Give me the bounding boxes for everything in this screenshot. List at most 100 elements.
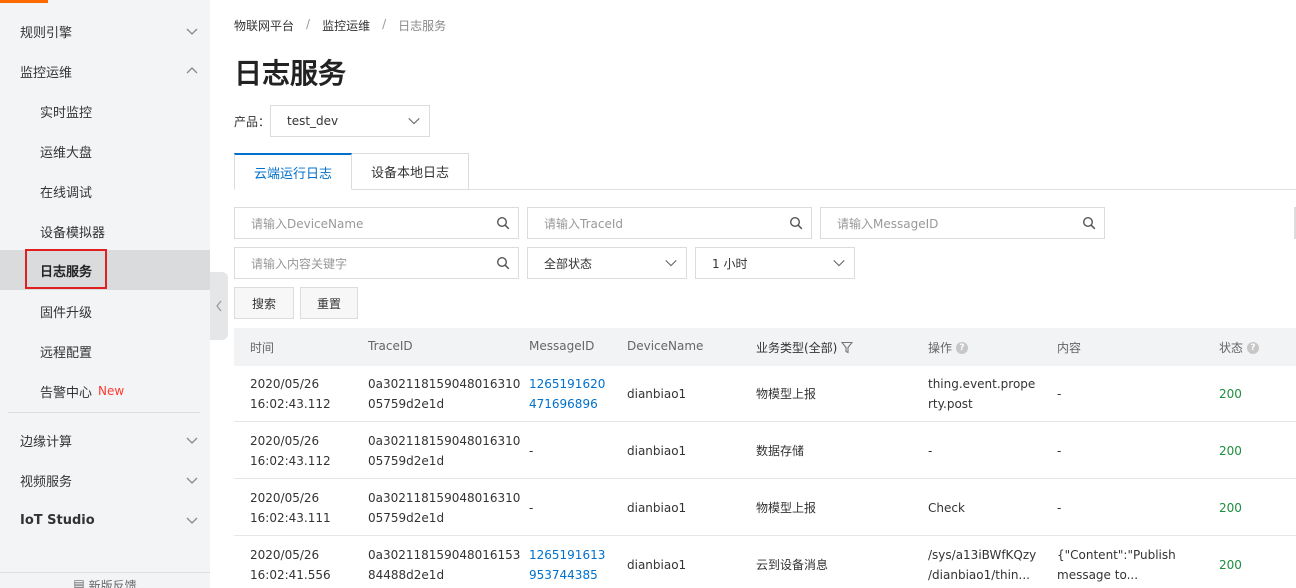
- search-icon[interactable]: [1082, 216, 1096, 230]
- column-header-trace-id: TraceID: [368, 339, 413, 353]
- breadcrumb-item-monitoring[interactable]: 监控运维: [322, 17, 370, 34]
- search-button-label: 搜索: [251, 296, 276, 311]
- sidebar-group-label: 规则引擎: [20, 25, 73, 41]
- sidebar-group-monitoring[interactable]: 监控运维: [0, 51, 210, 91]
- column-header-label: 内容: [1057, 341, 1082, 355]
- cell-message-id-link[interactable]: 1265191613 953744385: [529, 545, 605, 585]
- cell-operation: /sys/a13iBWfKQzy/dianbiao1/thin...: [928, 545, 1036, 585]
- breadcrumb-item-current: 日志服务: [398, 19, 447, 33]
- cell-time-date: 2020/05/26: [250, 548, 320, 562]
- cell-trace-line1: 0a302118159048016153: [368, 548, 521, 562]
- cell-status: 200: [1219, 444, 1242, 458]
- column-header-device-name: DeviceName: [627, 339, 703, 353]
- chevron-down-icon: [665, 259, 677, 267]
- cell-op-line2: /dianbiao1/thin...: [928, 568, 1030, 582]
- tab-device-local-logs[interactable]: 设备本地日志: [351, 153, 469, 190]
- cell-status: 200: [1219, 558, 1242, 572]
- cell-time-date: 2020/05/26: [250, 434, 320, 448]
- time-range-select[interactable]: 1 小时: [695, 247, 855, 279]
- cell-device-name: dianbiao1: [627, 444, 687, 458]
- sidebar-item-label: 固件升级: [40, 305, 93, 321]
- column-header-biz-type[interactable]: 业务类型(全部): [756, 339, 854, 356]
- cell-trace-id: 0a302118159048016153 84488d2e1d: [368, 545, 520, 585]
- cell-time: 2020/05/26 16:02:41.556: [250, 545, 331, 585]
- sidebar-group-edge-computing[interactable]: 边缘计算: [0, 420, 210, 460]
- chevron-up-icon: [186, 67, 198, 74]
- sidebar-item-remote-config[interactable]: 远程配置: [0, 331, 210, 371]
- column-header-operation: 操作 ?: [928, 339, 969, 356]
- chevron-left-icon: [216, 300, 222, 312]
- message-id-input[interactable]: 请输入MessageID: [820, 207, 1105, 239]
- search-button[interactable]: 搜索: [234, 287, 294, 319]
- sidebar-divider: [8, 412, 200, 413]
- sidebar-item-label: 远程配置: [40, 345, 93, 361]
- sidebar-collapse-handle[interactable]: [210, 272, 228, 340]
- column-header-label: 业务类型(全部): [756, 341, 838, 355]
- sidebar-item-alarm-center[interactable]: 告警中心 New: [0, 371, 210, 411]
- column-header-label: 状态: [1219, 341, 1244, 355]
- feedback-link[interactable]: ▤ 新版反馈: [0, 572, 210, 588]
- sidebar-item-realtime-monitor[interactable]: 实时监控: [0, 91, 210, 131]
- keyword-placeholder: 请输入内容关键字: [251, 256, 348, 271]
- feedback-label: 新版反馈: [88, 579, 137, 588]
- tab-label: 设备本地日志: [370, 166, 449, 181]
- cell-trace-id: 0a302118159048016310 05759d2e1d: [368, 488, 520, 528]
- breadcrumb: 物联网平台 / 监控运维 / 日志服务: [234, 17, 446, 34]
- search-icon[interactable]: [789, 216, 803, 230]
- sidebar-item-online-debug[interactable]: 在线调试: [0, 171, 210, 211]
- help-icon[interactable]: ?: [956, 341, 969, 354]
- column-header-label: DeviceName: [627, 339, 704, 353]
- cell-trace-line1: 0a302118159048016310: [368, 434, 521, 448]
- cell-biz-type: 物模型上报: [756, 501, 817, 515]
- table-row-divider: [234, 478, 1296, 479]
- help-icon[interactable]: ?: [1247, 341, 1260, 354]
- feedback-icon: ▤: [73, 577, 85, 588]
- cell-message-id: -: [529, 501, 534, 515]
- tab-cloud-logs[interactable]: 云端运行日志: [234, 153, 352, 190]
- sidebar-group-rules-engine[interactable]: 规则引擎: [0, 11, 210, 51]
- cell-trace-line2: 05759d2e1d: [368, 511, 445, 525]
- cell-trace-id: 0a302118159048016310 05759d2e1d: [368, 374, 520, 414]
- sidebar-group-iot-studio[interactable]: IoT Studio: [0, 500, 210, 540]
- sidebar-item-log-service[interactable]: 日志服务: [0, 250, 210, 290]
- sidebar-item-firmware-upgrade[interactable]: 固件升级: [0, 291, 210, 331]
- search-icon[interactable]: [496, 216, 510, 230]
- search-icon[interactable]: [496, 256, 510, 270]
- column-header-label: TraceID: [368, 339, 413, 353]
- sidebar-item-ops-dashboard[interactable]: 运维大盘: [0, 131, 210, 171]
- breadcrumb-item-iot-platform[interactable]: 物联网平台: [234, 17, 294, 34]
- sidebar-item-label: 告警中心: [40, 385, 93, 401]
- status-select[interactable]: 全部状态: [527, 247, 687, 279]
- product-select[interactable]: test_dev: [270, 105, 430, 137]
- cell-msg-line2: 953744385: [529, 568, 598, 582]
- device-name-placeholder: 请输入DeviceName: [251, 216, 364, 231]
- cell-trace-line2: 84488d2e1d: [368, 568, 445, 582]
- cell-status: 200: [1219, 387, 1242, 401]
- cell-content: {"Content":"Publish message to...: [1057, 545, 1176, 585]
- sidebar-group-video-service[interactable]: 视频服务: [0, 460, 210, 500]
- cell-op-line1: /sys/a13iBWfKQzy: [928, 548, 1037, 562]
- status-select-value: 全部状态: [544, 256, 593, 271]
- filter-icon[interactable]: [841, 341, 854, 354]
- page-title: 日志服务: [234, 57, 347, 90]
- cell-time: 2020/05/26 16:02:43.112: [250, 374, 331, 414]
- cell-msg-line1: 1265191620: [529, 377, 606, 391]
- cell-time-clock: 16:02:43.111: [250, 511, 331, 525]
- cell-time: 2020/05/26 16:02:43.111: [250, 488, 331, 528]
- chevron-down-icon: [186, 517, 198, 524]
- cell-message-id-link[interactable]: 1265191620 471696896: [529, 374, 605, 414]
- sidebar-item-label: 日志服务: [40, 264, 93, 280]
- product-label: 产品：: [234, 115, 271, 129]
- cell-content: -: [1057, 444, 1062, 458]
- trace-id-input[interactable]: 请输入TraceId: [527, 207, 812, 239]
- column-header-message-id: MessageID: [529, 339, 594, 353]
- cell-message-id: -: [529, 444, 534, 458]
- cell-time-date: 2020/05/26: [250, 377, 320, 391]
- cell-biz-type: 云到设备消息: [756, 558, 829, 572]
- device-name-input[interactable]: 请输入DeviceName: [234, 207, 519, 239]
- sidebar-item-device-simulator[interactable]: 设备模拟器: [0, 211, 210, 251]
- cell-trace-line2: 05759d2e1d: [368, 397, 445, 411]
- chevron-down-icon: [186, 477, 198, 484]
- reset-button[interactable]: 重置: [300, 287, 358, 319]
- keyword-input[interactable]: 请输入内容关键字: [234, 247, 519, 279]
